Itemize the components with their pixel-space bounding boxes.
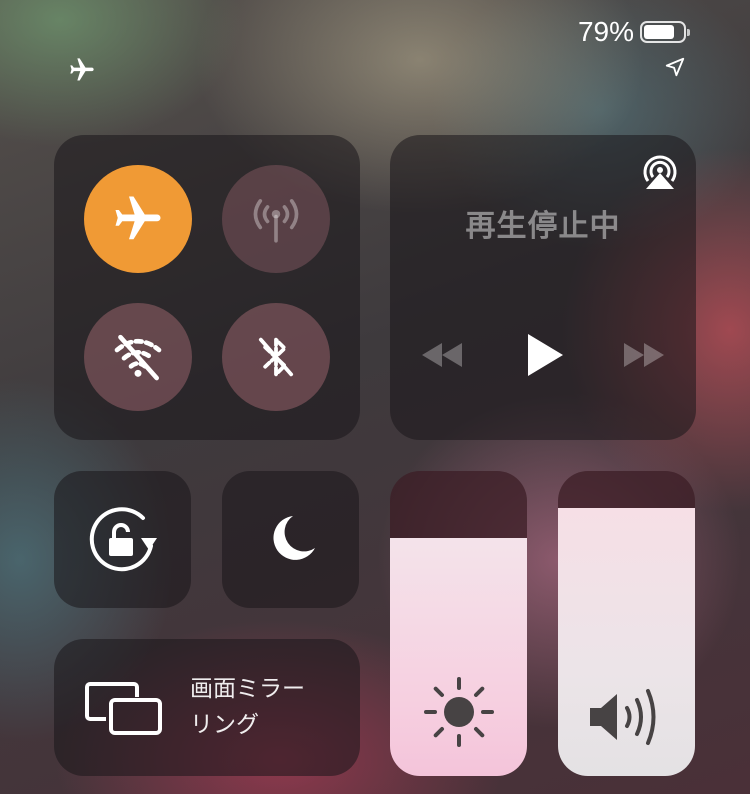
- airplay-audio-icon[interactable]: [640, 151, 680, 191]
- status-bar: 79%: [577, 16, 690, 48]
- airplane-mode-button[interactable]: [84, 165, 192, 273]
- sun-icon: [423, 677, 494, 747]
- battery-icon: [640, 21, 690, 43]
- do-not-disturb-button[interactable]: [222, 471, 359, 608]
- speaker-volume-icon: [589, 689, 655, 745]
- location-arrow-icon: [665, 57, 685, 77]
- battery-level-fill: [644, 25, 675, 39]
- screen-mirroring-button[interactable]: 画面ミラー リング: [54, 639, 360, 776]
- volume-slider[interactable]: [558, 471, 695, 776]
- screen-mirroring-label-line1: 画面ミラー: [190, 676, 305, 702]
- cellular-antenna-icon: [253, 199, 299, 243]
- moon-icon: [272, 515, 315, 560]
- bluetooth-button[interactable]: [222, 303, 330, 411]
- cellular-data-button[interactable]: [222, 165, 330, 273]
- fast-forward-icon[interactable]: [622, 340, 666, 370]
- screen-mirroring-icon: [85, 682, 162, 735]
- screen-mirroring-label-line2: リング: [190, 712, 259, 738]
- rewind-icon[interactable]: [420, 340, 464, 370]
- now-playing-panel: 再生停止中: [390, 135, 696, 440]
- airplane-icon: [115, 196, 161, 240]
- wifi-off-icon: [114, 334, 162, 381]
- airplane-icon: [70, 58, 94, 81]
- bluetooth-off-icon: [258, 337, 294, 377]
- brightness-slider[interactable]: [390, 471, 527, 776]
- rotation-lock-icon: [89, 506, 157, 571]
- battery-percentage: 79%: [577, 16, 634, 47]
- play-icon[interactable]: [525, 332, 565, 378]
- rotation-lock-button[interactable]: [54, 471, 191, 608]
- connectivity-panel: [54, 135, 360, 440]
- wifi-button[interactable]: [84, 303, 192, 411]
- playback-status-text: 再生停止中: [465, 209, 621, 244]
- screen-mirroring-label: 画面ミラー リング: [190, 671, 350, 743]
